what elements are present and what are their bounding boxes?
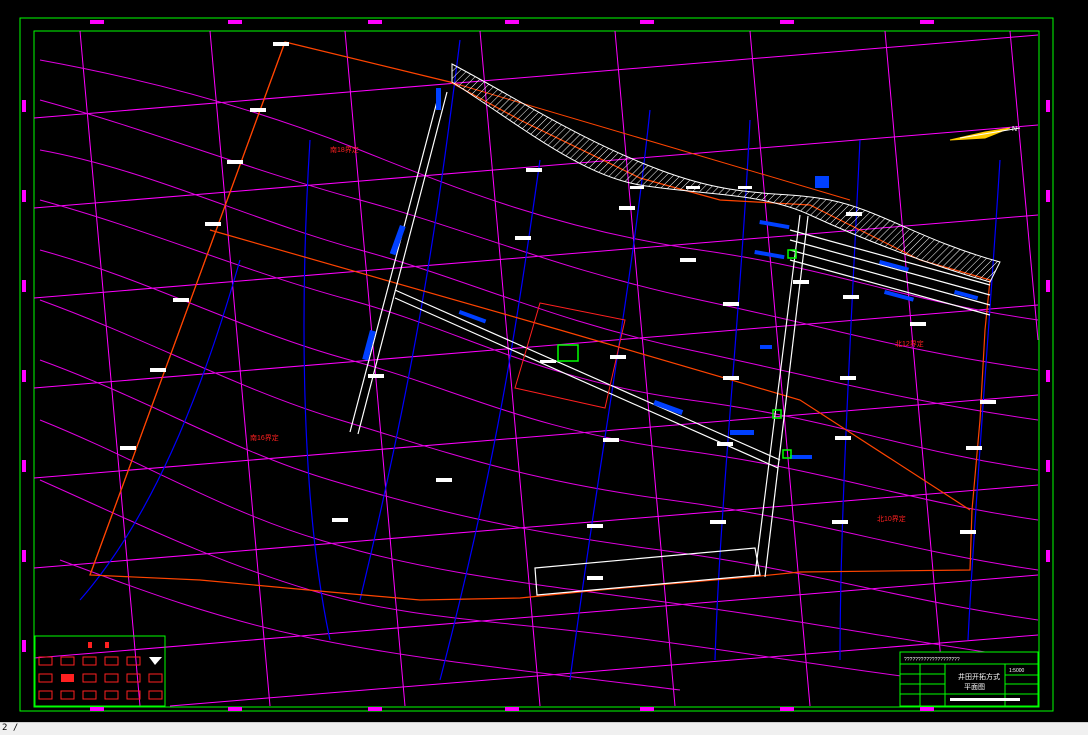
zone-label-b12: 北12界定 — [895, 339, 924, 348]
north-arrow-icon: N — [949, 126, 1021, 141]
command-status-bar[interactable]: 2 / — [0, 722, 1088, 735]
title-block-title: 井田开拓方式 — [958, 672, 1000, 681]
cad-drawing-viewport[interactable]: N 南18界定 南16界定 北12界定 北10界定 ??????????????… — [0, 0, 1088, 722]
svg-text:N: N — [1012, 126, 1017, 133]
zone-label-n16: 南16界定 — [250, 433, 279, 442]
legend-symbols-icon — [34, 635, 166, 707]
shaft-markers — [557, 249, 797, 459]
title-block-header: ???????????????????? — [904, 657, 960, 663]
title-block-scale: 1:5000 — [1009, 668, 1025, 674]
zone-label-b10: 北10界定 — [877, 514, 906, 523]
title-block-subtitle: 平面图 — [964, 683, 985, 691]
command-line-text: 2 / — [2, 723, 19, 733]
hatched-outcrop-icon — [451, 63, 1001, 283]
mine-workings — [362, 88, 979, 459]
cad-canvas: N 南18界定 南16界定 北12界定 北10界定 ??????????????… — [19, 17, 1054, 712]
zone-label-n18: 南18界定 — [330, 145, 359, 154]
